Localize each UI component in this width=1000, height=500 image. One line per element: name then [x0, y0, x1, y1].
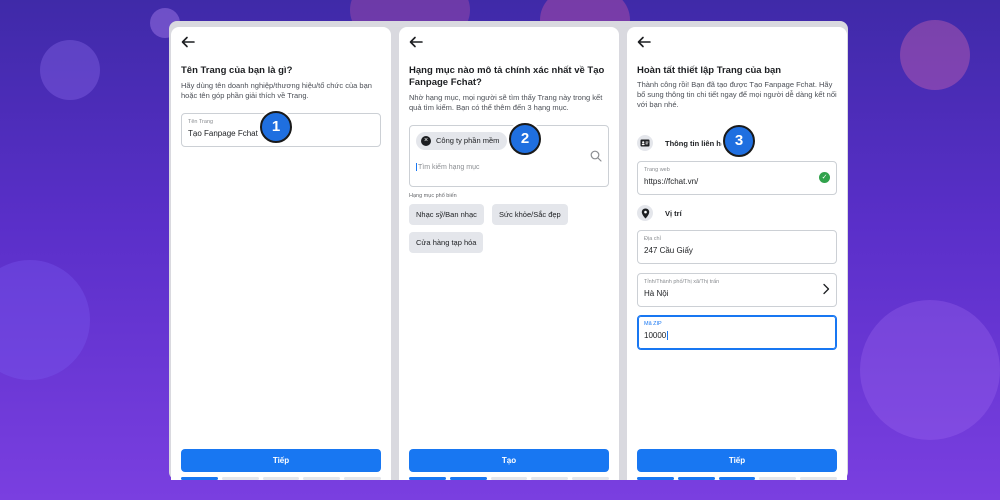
category-chip[interactable]: Nhạc sỹ/Ban nhạc: [409, 204, 484, 225]
remove-icon[interactable]: ×: [421, 136, 431, 146]
section-label: Thông tin liên hệ: [665, 138, 725, 148]
step-badge: 2: [509, 123, 541, 155]
progress-segment: [572, 477, 609, 480]
progress-segment: [490, 477, 528, 480]
category-chip[interactable]: Sức khỏe/Sắc đẹp: [492, 204, 568, 225]
location-pin-icon: [637, 205, 653, 221]
city-select[interactable]: Tỉnh/Thành phố/Thị xã/Thị trấn Hà Nội: [637, 273, 837, 307]
progress-bar: [637, 477, 837, 480]
back-arrow-icon[interactable]: [181, 35, 195, 49]
field-label: Địa chỉ: [644, 236, 661, 242]
background-bubble: [40, 40, 100, 100]
screen-page-name: Tên Trang của bạn là gì? Hãy dùng tên do…: [171, 27, 391, 480]
next-button[interactable]: Tiếp: [637, 449, 837, 472]
page-description: Thành công rồi! Bạn đã tạo được Tạo Fanp…: [637, 80, 837, 109]
progress-bar: [181, 477, 381, 480]
zip-value: 10000: [644, 331, 667, 340]
background-bubble: [0, 260, 90, 380]
progress-segment: [800, 477, 837, 480]
field-value: Hà Nội: [644, 289, 669, 298]
back-arrow-icon[interactable]: [637, 35, 651, 49]
section-label: Vị trí: [665, 208, 682, 218]
field-value: Tạo Fanpage Fchat: [188, 129, 258, 138]
address-field[interactable]: Địa chỉ 247 Cầu Giấy: [637, 230, 837, 264]
page-description: Hãy dùng tên doanh nghiệp/thương hiệu/tổ…: [181, 81, 372, 100]
progress-segment: [344, 477, 381, 480]
zip-field[interactable]: Mã ZIP 10000: [637, 315, 837, 350]
progress-segment: [637, 477, 674, 480]
category-search[interactable]: Tìm kiếm hạng mục: [416, 163, 479, 171]
screen-page-details: Hoàn tất thiết lập Trang của bạn Thành c…: [627, 27, 847, 480]
background-bubble: [860, 300, 1000, 440]
location-section-header: Vị trí: [637, 205, 682, 221]
page-title: Hoàn tất thiết lập Trang của bạn: [637, 65, 782, 76]
progress-bar: [409, 477, 609, 480]
screens-frame: Tên Trang của bạn là gì? Hãy dùng tên do…: [169, 21, 848, 480]
progress-segment: [449, 477, 487, 480]
field-label: Tên Trang: [188, 119, 214, 125]
step-badge: 1: [260, 111, 292, 143]
text-caret: [667, 331, 669, 341]
screen-page-category: Hạng mục nào mô tả chính xác nhất về Tạo…: [399, 27, 619, 480]
website-field[interactable]: Trang web https://fchat.vn/ ✓: [637, 161, 837, 195]
background-bubble: [900, 20, 970, 90]
page-description: Nhờ hạng mục, mọi người sẽ tìm thấy Tran…: [409, 93, 603, 112]
field-label: Mã ZIP: [644, 321, 662, 327]
popular-categories-label: Hạng mục phổ biến: [409, 193, 457, 199]
search-icon: [590, 150, 602, 162]
chip-label: Công ty phần mềm: [436, 136, 500, 145]
field-label: Tỉnh/Thành phố/Thị xã/Thị trấn: [644, 279, 720, 285]
page-title: Hạng mục nào mô tả chính xác nhất về Tạo…: [409, 65, 605, 88]
step-badge: 3: [723, 125, 755, 157]
check-icon: ✓: [819, 172, 830, 183]
progress-segment: [221, 477, 259, 480]
chevron-right-icon: [823, 283, 830, 295]
contact-section-header: Thông tin liên hệ: [637, 135, 725, 151]
page-title: Tên Trang của bạn là gì?: [181, 65, 293, 76]
next-button[interactable]: Tiếp: [181, 449, 381, 472]
progress-segment: [303, 477, 341, 480]
progress-segment: [262, 477, 300, 480]
field-value: https://fchat.vn/: [644, 177, 699, 186]
progress-segment: [531, 477, 569, 480]
field-value: 247 Cầu Giấy: [644, 246, 693, 255]
progress-segment: [677, 477, 715, 480]
progress-segment: [409, 477, 446, 480]
field-label: Trang web: [644, 167, 670, 173]
contact-card-icon: [637, 135, 653, 151]
back-arrow-icon[interactable]: [409, 35, 423, 49]
progress-segment: [718, 477, 756, 480]
search-placeholder: Tìm kiếm hạng mục: [418, 163, 480, 171]
create-button[interactable]: Tạo: [409, 449, 609, 472]
category-chip[interactable]: Cửa hàng tạp hóa: [409, 232, 484, 253]
text-caret: [416, 163, 417, 171]
progress-segment: [759, 477, 797, 480]
progress-segment: [181, 477, 218, 480]
selected-category-chip[interactable]: × Công ty phần mềm: [416, 132, 508, 150]
field-value: 10000: [644, 331, 669, 341]
